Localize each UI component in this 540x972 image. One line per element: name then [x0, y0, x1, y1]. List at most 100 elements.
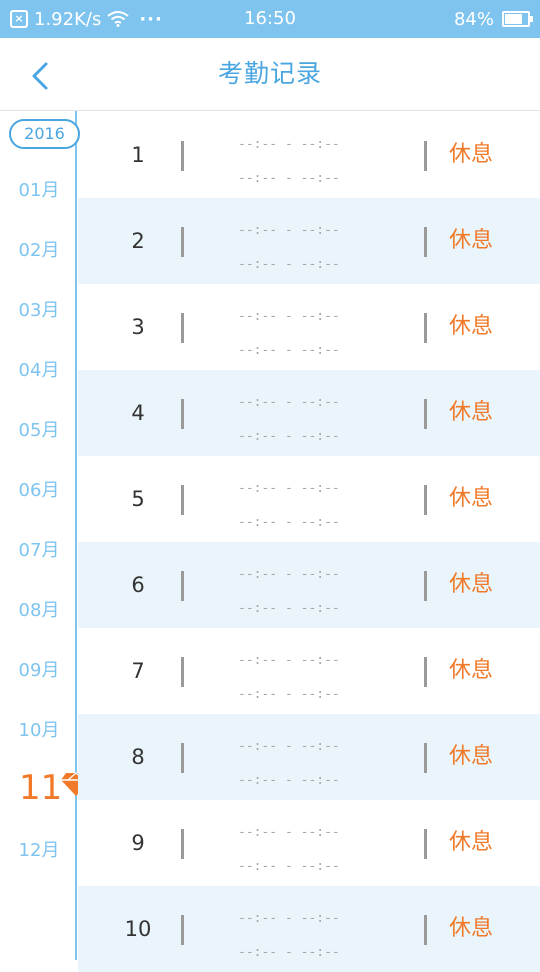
day-number: 6	[131, 573, 145, 597]
morning-time: --:-- - --:--	[238, 223, 340, 238]
morning-time: --:-- - --:--	[238, 567, 340, 582]
divider	[181, 313, 184, 343]
divider	[181, 571, 184, 601]
divider	[424, 743, 427, 773]
status-label: 休息	[449, 314, 494, 339]
battery-percent: 84%	[453, 8, 494, 30]
month-item-06[interactable]: 06月	[0, 476, 78, 502]
evening-time: --:-- - --:--	[238, 859, 340, 874]
divider	[181, 657, 184, 687]
divider	[181, 743, 184, 773]
status-label: 休息	[449, 142, 494, 167]
month-item-04[interactable]: 04月	[0, 356, 78, 382]
month-item-02[interactable]: 02月	[0, 236, 78, 262]
status-label: 休息	[449, 830, 494, 855]
divider	[424, 313, 427, 343]
time-range: --:-- - --:-- --:-- - --:--	[238, 644, 368, 712]
day-number: 3	[131, 315, 145, 339]
day-number: 9	[131, 831, 145, 855]
status-label: 休息	[449, 744, 494, 769]
evening-time: --:-- - --:--	[238, 687, 340, 702]
attendance-row[interactable]: 5 --:-- - --:-- --:-- - --:-- 休息	[78, 456, 540, 542]
time-range: --:-- - --:-- --:-- - --:--	[238, 128, 368, 196]
evening-time: --:-- - --:--	[238, 601, 340, 616]
morning-time: --:-- - --:--	[238, 911, 340, 926]
day-number: 5	[131, 487, 145, 511]
divider	[424, 227, 427, 257]
month-item-10[interactable]: 10月	[0, 716, 78, 742]
year-selector[interactable]: 2016	[9, 119, 80, 149]
evening-time: --:-- - --:--	[238, 343, 340, 358]
attendance-row[interactable]: 9 --:-- - --:-- --:-- - --:-- 休息	[78, 800, 540, 886]
month-item-12[interactable]: 12月	[0, 836, 78, 862]
month-item-05[interactable]: 05月	[0, 416, 78, 442]
time-range: --:-- - --:-- --:-- - --:--	[238, 816, 368, 884]
divider	[181, 399, 184, 429]
morning-time: --:-- - --:--	[238, 481, 340, 496]
battery-icon	[502, 11, 533, 27]
time-range: --:-- - --:-- --:-- - --:--	[238, 214, 368, 282]
morning-time: --:-- - --:--	[238, 825, 340, 840]
status-label: 休息	[449, 916, 494, 941]
divider	[424, 485, 427, 515]
attendance-row[interactable]: 10 --:-- - --:-- --:-- - --:-- 休息	[78, 886, 540, 972]
evening-time: --:-- - --:--	[238, 171, 340, 186]
day-number: 7	[131, 659, 145, 683]
status-label: 休息	[449, 400, 494, 425]
divider	[424, 829, 427, 859]
divider	[424, 399, 427, 429]
attendance-row[interactable]: 8 --:-- - --:-- --:-- - --:-- 休息	[78, 714, 540, 800]
morning-time: --:-- - --:--	[238, 739, 340, 754]
status-bar: × 1.92K/s ··· 16:50 84%	[0, 0, 540, 38]
divider	[181, 915, 184, 945]
time-range: --:-- - --:-- --:-- - --:--	[238, 472, 368, 540]
status-label: 休息	[449, 572, 494, 597]
month-item-07[interactable]: 07月	[0, 536, 78, 562]
morning-time: --:-- - --:--	[238, 309, 340, 324]
month-item-03[interactable]: 03月	[0, 296, 78, 322]
morning-time: --:-- - --:--	[238, 137, 340, 152]
divider	[181, 485, 184, 515]
day-number: 8	[131, 745, 145, 769]
morning-time: --:-- - --:--	[238, 653, 340, 668]
app-header: 考勤记录	[0, 38, 540, 111]
battery-fill	[505, 14, 522, 24]
attendance-list: 1 --:-- - --:-- --:-- - --:-- 休息 2 --:--…	[78, 112, 540, 972]
time-range: --:-- - --:-- --:-- - --:--	[238, 300, 368, 368]
month-item-01[interactable]: 01月	[0, 176, 78, 202]
evening-time: --:-- - --:--	[238, 515, 340, 530]
month-sidebar: 2016 01月 02月 03月 04月 05月 06月 07月 08月 09月…	[0, 111, 80, 960]
attendance-row[interactable]: 4 --:-- - --:-- --:-- - --:-- 休息	[78, 370, 540, 456]
status-label: 休息	[449, 658, 494, 683]
divider	[424, 141, 427, 171]
day-number: 10	[124, 917, 152, 941]
time-range: --:-- - --:-- --:-- - --:--	[238, 386, 368, 454]
attendance-row[interactable]: 6 --:-- - --:-- --:-- - --:-- 休息	[78, 542, 540, 628]
attendance-row[interactable]: 1 --:-- - --:-- --:-- - --:-- 休息	[78, 112, 540, 198]
evening-time: --:-- - --:--	[238, 773, 340, 788]
attendance-row[interactable]: 7 --:-- - --:-- --:-- - --:-- 休息	[78, 628, 540, 714]
month-item-08[interactable]: 08月	[0, 596, 78, 622]
evening-time: --:-- - --:--	[238, 257, 340, 272]
evening-time: --:-- - --:--	[238, 945, 340, 960]
attendance-row[interactable]: 3 --:-- - --:-- --:-- - --:-- 休息	[78, 284, 540, 370]
time-range: --:-- - --:-- --:-- - --:--	[238, 558, 368, 626]
month-item-09[interactable]: 09月	[0, 656, 78, 682]
morning-time: --:-- - --:--	[238, 395, 340, 410]
divider	[181, 829, 184, 859]
day-number: 4	[131, 401, 145, 425]
status-label: 休息	[449, 228, 494, 253]
page-title: 考勤记录	[217, 59, 322, 88]
status-right: 84%	[453, 0, 533, 38]
divider	[424, 915, 427, 945]
divider	[424, 571, 427, 601]
divider	[181, 227, 184, 257]
time-range: --:-- - --:-- --:-- - --:--	[238, 730, 368, 798]
day-number: 2	[131, 229, 145, 253]
divider	[181, 141, 184, 171]
attendance-row[interactable]: 2 --:-- - --:-- --:-- - --:-- 休息	[78, 198, 540, 284]
evening-time: --:-- - --:--	[238, 429, 340, 444]
day-number: 1	[131, 143, 145, 167]
status-label: 休息	[449, 486, 494, 511]
divider	[424, 657, 427, 687]
